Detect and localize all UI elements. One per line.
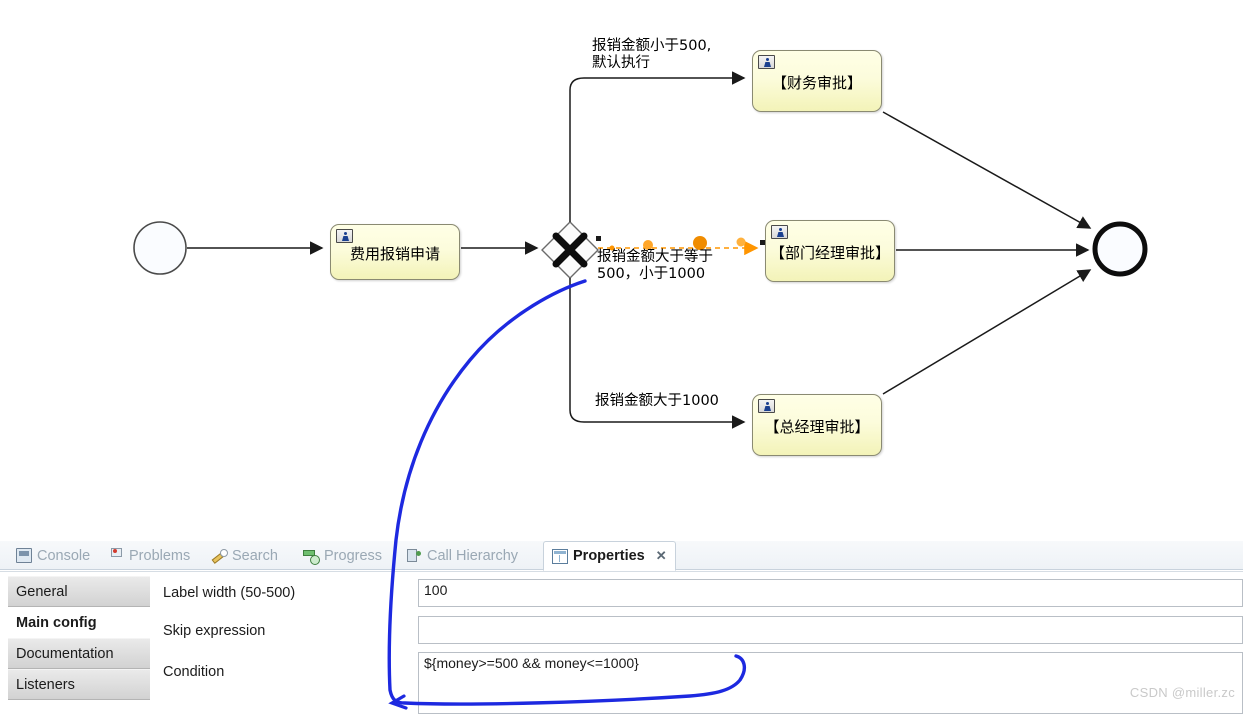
task-finance-approval[interactable]: 【财务审批】 xyxy=(752,50,882,112)
user-task-icon xyxy=(758,399,775,413)
task-label: 费用报销申请 xyxy=(349,245,440,264)
user-task-icon xyxy=(758,55,775,69)
properties-icon xyxy=(552,548,568,564)
nav-item-label: Listeners xyxy=(16,676,75,693)
nav-item-listeners[interactable]: Listeners xyxy=(8,669,150,700)
properties-section-list: General Main config Documentation Listen… xyxy=(8,572,150,714)
nav-item-label: General xyxy=(16,583,68,600)
user-task-icon xyxy=(771,225,788,239)
input-label-width[interactable]: 100 xyxy=(418,579,1243,607)
tab-label: Search xyxy=(232,547,278,564)
task-label: 【财务审批】 xyxy=(771,74,862,93)
task-label: 【部门经理审批】 xyxy=(769,244,890,263)
console-icon xyxy=(16,548,32,563)
application-window: 费用报销申请 【财务审批】 【部门经理审批】 【总经理审批】 报销金额小于500… xyxy=(0,0,1243,714)
tab-search[interactable]: Search xyxy=(203,541,286,570)
exclusive-gateway-shape xyxy=(541,221,599,279)
problems-icon xyxy=(108,548,124,563)
task-general-manager-approval[interactable]: 【总经理审批】 xyxy=(752,394,882,456)
properties-panel: General Main config Documentation Listen… xyxy=(0,571,1243,714)
nav-item-label: Documentation xyxy=(16,645,114,662)
label-skip-expression: Skip expression xyxy=(163,623,266,639)
view-tabbar: Console Problems Search Progress Call Hi… xyxy=(0,541,1243,571)
input-condition[interactable]: ${money>=500 && money<=1000} xyxy=(418,652,1243,714)
task-department-manager-approval[interactable]: 【部门经理审批】 xyxy=(765,220,895,282)
tab-label: Call Hierarchy xyxy=(427,547,519,564)
tab-label: Problems xyxy=(129,547,191,564)
task-expense-application[interactable]: 费用报销申请 xyxy=(330,224,460,280)
input-skip-expression[interactable] xyxy=(418,616,1243,644)
nav-item-label: Main config xyxy=(16,614,97,631)
tab-label: Properties xyxy=(573,548,645,564)
nav-item-main-config[interactable]: Main config xyxy=(8,607,150,638)
user-task-icon xyxy=(336,229,353,243)
task-label: 【总经理审批】 xyxy=(764,418,870,437)
tab-call-hierarchy[interactable]: Call Hierarchy xyxy=(398,541,526,570)
label-condition: Condition xyxy=(163,664,225,680)
tab-label: Progress xyxy=(324,547,383,564)
end-event-shape xyxy=(1092,221,1148,277)
tab-problems[interactable]: Problems xyxy=(100,541,198,570)
bpmn-diagram-canvas[interactable]: 费用报销申请 【财务审批】 【部门经理审批】 【总经理审批】 报销金额小于500… xyxy=(0,0,1243,545)
tab-progress[interactable]: Progress xyxy=(295,541,390,570)
bottom-view-stack: Console Problems Search Progress Call Hi… xyxy=(0,541,1243,714)
close-icon[interactable]: ✕ xyxy=(656,548,667,564)
progress-icon xyxy=(303,548,320,565)
label-label-width: Label width (50-500) xyxy=(163,585,296,601)
nav-item-general[interactable]: General xyxy=(8,576,150,607)
flow-label-greater-than-1000: 报销金额大于1000 xyxy=(595,393,719,409)
nav-item-documentation[interactable]: Documentation xyxy=(8,638,150,669)
search-icon xyxy=(211,548,228,563)
watermark: CSDN @miller.zc xyxy=(1129,685,1235,700)
start-event-shape xyxy=(133,221,187,275)
tab-console[interactable]: Console xyxy=(8,541,98,570)
tab-label: Console xyxy=(37,547,91,564)
flow-label-between-500-1000: 报销金额大于等于 500，小于1000 xyxy=(597,249,713,282)
flow-label-less-than-500: 报销金额小于500, 默认执行 xyxy=(592,38,712,71)
call-hierarchy-icon xyxy=(406,548,422,563)
tab-properties[interactable]: Properties ✕ xyxy=(543,541,676,571)
